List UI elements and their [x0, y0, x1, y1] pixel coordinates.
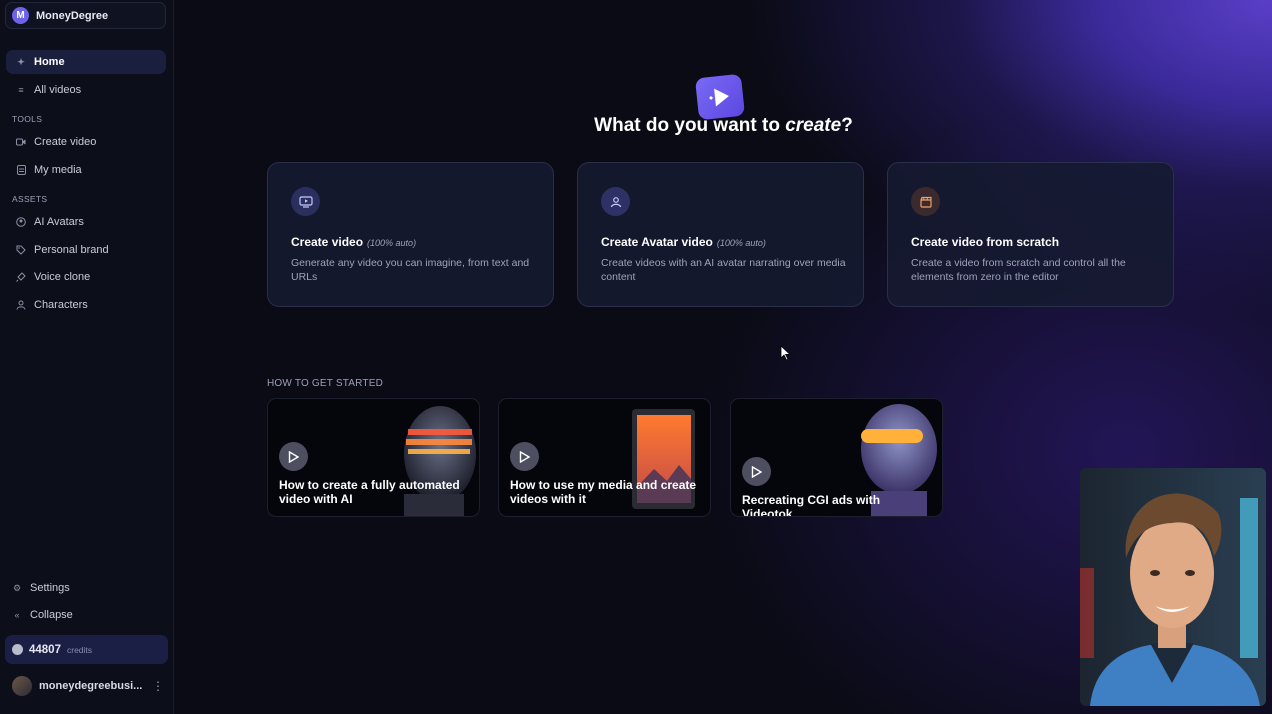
- card-description: Generate any video you can imagine, from…: [291, 257, 530, 283]
- app-logo-icon: [694, 73, 746, 121]
- get-started-heading: HOW TO GET STARTED: [267, 378, 384, 389]
- sidebar-item-label: Collapse: [30, 609, 73, 621]
- user-name: moneydegreebusi...: [39, 680, 143, 692]
- credits-value: 44807: [29, 643, 61, 656]
- tutorial-video-card[interactable]: How to create a fully automated video wi…: [267, 398, 480, 517]
- sidebar-item-label: Settings: [30, 582, 70, 594]
- microphone-icon: [16, 272, 26, 282]
- video-title: How to create a fully automated video wi…: [279, 478, 460, 506]
- sidebar-item-label: Characters: [34, 299, 88, 311]
- mouse-cursor-icon: [780, 345, 792, 361]
- sidebar-item-all-videos[interactable]: ≡ All videos: [6, 78, 166, 102]
- sidebar-item-voice-clone[interactable]: Voice clone: [6, 265, 166, 289]
- sidebar-item-characters[interactable]: Characters: [6, 293, 166, 317]
- sidebar-item-label: Voice clone: [34, 271, 91, 283]
- sidebar-item-label: Create video: [34, 136, 97, 148]
- person-icon: [601, 187, 630, 216]
- page-title: What do you want to create?: [594, 115, 853, 136]
- tutorial-video-card[interactable]: Recreating CGI ads with Videotok: [730, 398, 943, 517]
- sidebar: M MoneyDegree ✦ Home ≡ All videos TOOLS …: [0, 0, 174, 714]
- sidebar-item-create-video[interactable]: Create video: [6, 130, 166, 154]
- workspace-avatar: M: [12, 7, 29, 24]
- assets-section-label: ASSETS: [12, 194, 48, 204]
- card-title: Create video (100% auto): [291, 235, 417, 249]
- presenter-video: [1080, 468, 1266, 706]
- workspace-name: MoneyDegree: [36, 9, 109, 22]
- tutorial-video-card[interactable]: How to use my media and create videos wi…: [498, 398, 711, 517]
- credits-label: credits: [66, 644, 93, 655]
- card-title: Create Avatar video (100% auto): [601, 235, 766, 249]
- play-button[interactable]: [279, 442, 308, 471]
- video-title: Recreating CGI ads with Videotok: [742, 493, 881, 517]
- sidebar-item-settings[interactable]: ⚙ Settings: [6, 576, 166, 600]
- sidebar-item-label: All videos: [34, 84, 82, 96]
- create-avatar-video-card[interactable]: Create Avatar video (100% auto) Create vi…: [577, 162, 864, 307]
- card-description: Create a video from scratch and control …: [911, 257, 1126, 283]
- sidebar-item-label: Home: [34, 56, 65, 68]
- create-video-card[interactable]: Create video (100% auto) Generate any vid…: [267, 162, 554, 307]
- avatar: [12, 676, 32, 696]
- user-menu[interactable]: moneydegreebusi... ⋮: [12, 676, 164, 696]
- list-icon: ≡: [18, 85, 24, 95]
- video-screen-icon: [291, 187, 320, 216]
- play-button[interactable]: [742, 457, 771, 486]
- media-icon: [16, 165, 26, 175]
- create-from-scratch-card[interactable]: Create video from scratch Create a video…: [887, 162, 1174, 307]
- clapperboard-icon: [911, 187, 940, 216]
- tools-section-label: TOOLS: [12, 114, 43, 124]
- sidebar-item-my-media[interactable]: My media: [6, 158, 166, 182]
- sidebar-item-home[interactable]: ✦ Home: [6, 50, 166, 74]
- sidebar-item-ai-avatars[interactable]: AI Avatars: [6, 210, 166, 234]
- gear-icon: ⚙: [12, 582, 22, 593]
- credits-badge[interactable]: 44807 credits: [5, 635, 168, 664]
- avatar-circle-icon: [16, 217, 26, 227]
- video-camera-icon: [16, 137, 26, 147]
- workspace-switcher[interactable]: M MoneyDegree: [5, 2, 166, 29]
- coin-icon: [12, 644, 23, 655]
- play-button[interactable]: [510, 442, 539, 471]
- sidebar-item-label: AI Avatars: [34, 216, 84, 228]
- presenter-webcam-overlay: [1080, 468, 1266, 706]
- video-title: How to use my media and create videos wi…: [510, 478, 697, 506]
- sidebar-item-label: Personal brand: [34, 244, 109, 256]
- sidebar-item-label: My media: [34, 164, 82, 176]
- sidebar-item-personal-brand[interactable]: Personal brand: [6, 238, 166, 262]
- double-chevron-left-icon: «: [14, 610, 20, 620]
- person-icon: [16, 300, 26, 310]
- tag-icon: [16, 245, 26, 255]
- card-description: Create videos with an AI avatar narratin…: [601, 257, 846, 283]
- more-vertical-icon[interactable]: ⋮: [152, 679, 164, 693]
- sparkle-icon: ✦: [17, 56, 25, 67]
- app-window: M MoneyDegree ✦ Home ≡ All videos TOOLS …: [0, 0, 1272, 714]
- sidebar-collapse-button[interactable]: « Collapse: [6, 603, 166, 627]
- card-title: Create video from scratch: [911, 235, 1060, 249]
